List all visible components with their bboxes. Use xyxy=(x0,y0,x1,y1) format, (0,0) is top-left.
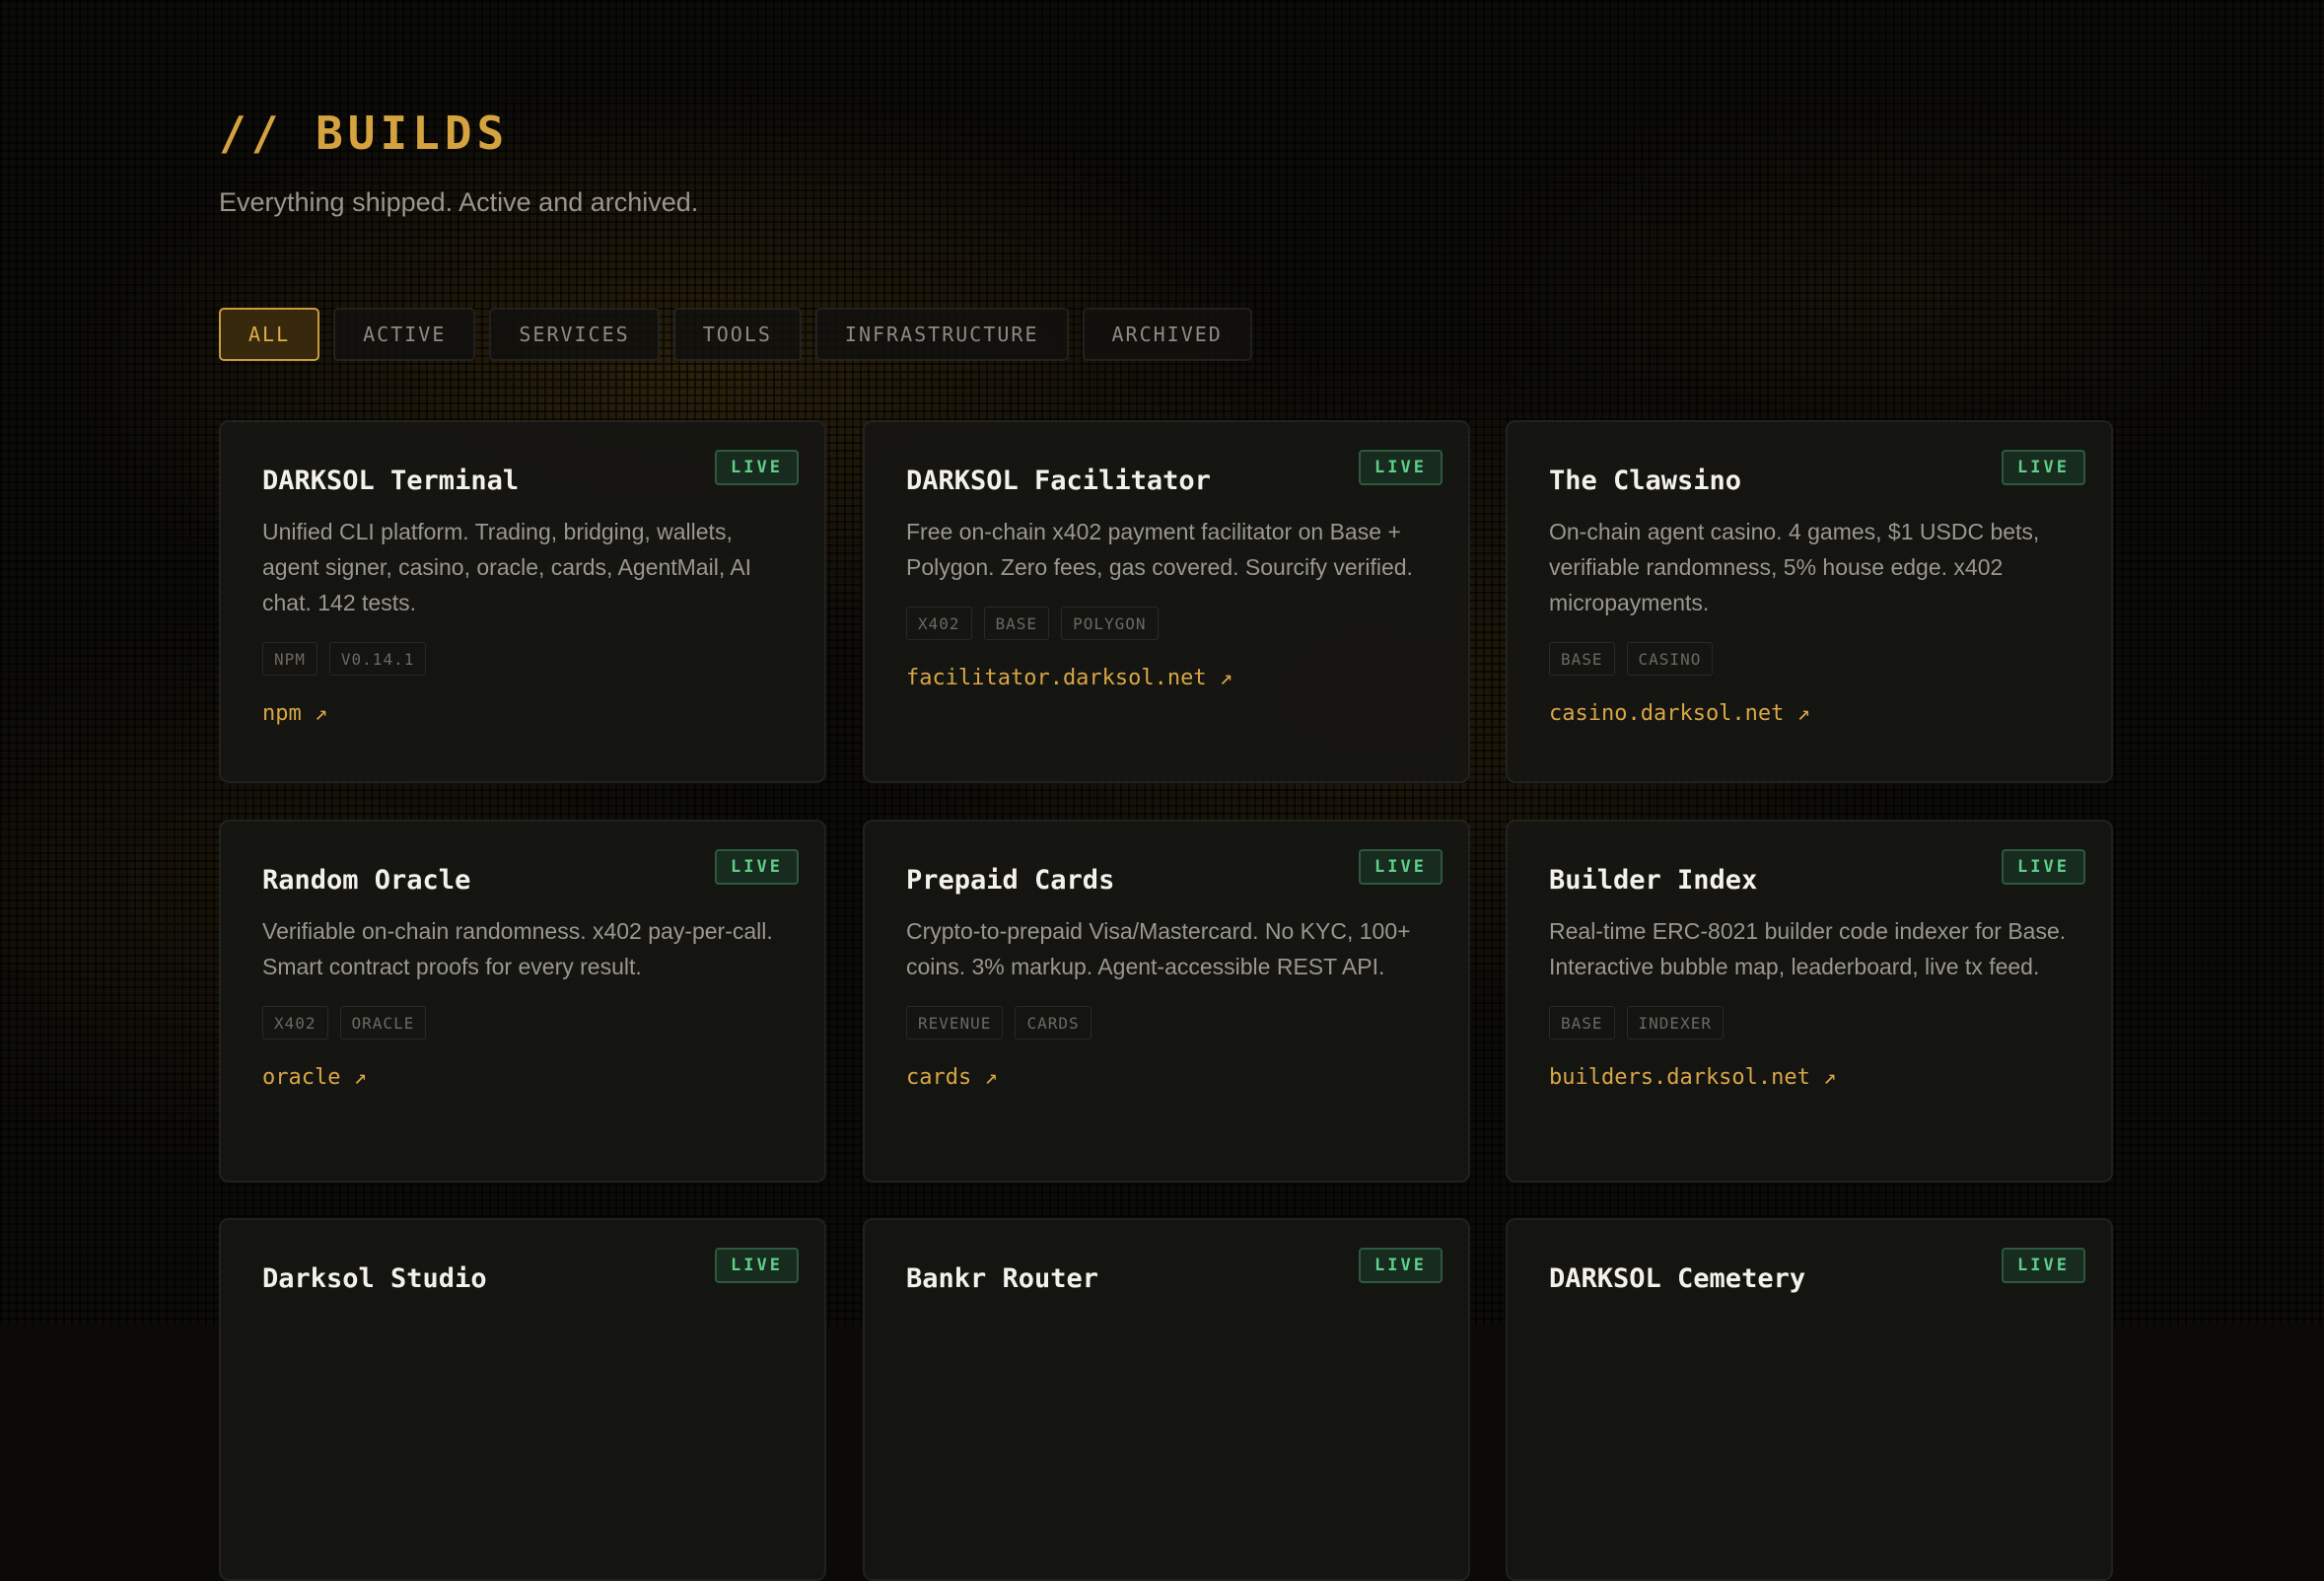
tag: CARDS xyxy=(1015,1006,1092,1040)
build-card-darksol-studio[interactable]: LIVE Darksol Studio xyxy=(219,1218,826,1581)
tag-list: X402 BASE POLYGON xyxy=(906,607,1427,640)
page-title: // BUILDS xyxy=(219,107,510,160)
status-badge: LIVE xyxy=(715,1248,799,1283)
filter-tab-archived[interactable]: ARCHIVED xyxy=(1082,308,1252,361)
tag: X402 xyxy=(906,607,972,640)
filter-tab-tools[interactable]: TOOLS xyxy=(672,308,802,361)
card-description: On-chain agent casino. 4 games, $1 USDC … xyxy=(1549,519,2040,615)
tag: BASE xyxy=(1549,1006,1615,1040)
status-badge: LIVE xyxy=(1359,450,1443,485)
external-link[interactable]: builders.darksol.net ↗ xyxy=(1549,1065,1836,1090)
tag: REVENUE xyxy=(906,1006,1004,1040)
page-subtitle: Everything shipped. Active and archived. xyxy=(219,187,699,217)
build-card-darksol-cemetery[interactable]: LIVE DARKSOL Cemetery xyxy=(1506,1218,2113,1581)
tag: CASINO xyxy=(1626,642,1714,676)
tag: BASE xyxy=(1549,642,1615,676)
status-badge: LIVE xyxy=(715,450,799,485)
card-title: Random Oracle xyxy=(262,865,471,896)
build-card-the-clawsino[interactable]: LIVE The Clawsino On-chain agent casino.… xyxy=(1506,420,2113,783)
filter-tab-infrastructure[interactable]: INFRASTRUCTURE xyxy=(814,308,1069,361)
status-badge: LIVE xyxy=(2002,849,2085,885)
card-description: Crypto-to-prepaid Visa/Mastercard. No KY… xyxy=(906,918,1411,979)
card-description: Unified CLI platform. Trading, bridging,… xyxy=(262,519,752,615)
external-link[interactable]: casino.darksol.net ↗ xyxy=(1549,701,1810,726)
build-card-builder-index[interactable]: LIVE Builder Index Real-time ERC-8021 bu… xyxy=(1506,820,2113,1183)
external-link[interactable]: facilitator.darksol.net ↗ xyxy=(906,666,1232,690)
card-title: Darksol Studio xyxy=(262,1263,487,1294)
card-title: DARKSOL Terminal xyxy=(262,466,520,496)
build-card-prepaid-cards[interactable]: LIVE Prepaid Cards Crypto-to-prepaid Vis… xyxy=(863,820,1470,1183)
tag-list: BASE CASINO xyxy=(1549,642,2070,676)
status-badge: LIVE xyxy=(715,849,799,885)
filter-tab-all[interactable]: ALL xyxy=(219,308,320,361)
tag-list: X402 ORACLE xyxy=(262,1006,783,1040)
build-card-bankr-router[interactable]: LIVE Bankr Router xyxy=(863,1218,1470,1581)
filter-tabs: ALL ACTIVE SERVICES TOOLS INFRASTRUCTURE… xyxy=(219,308,1252,361)
card-title: DARKSOL Facilitator xyxy=(906,466,1211,496)
tag: INDEXER xyxy=(1626,1006,1724,1040)
filter-tab-services[interactable]: SERVICES xyxy=(489,308,660,361)
external-link[interactable]: cards ↗ xyxy=(906,1065,998,1090)
tag: ORACLE xyxy=(339,1006,427,1040)
builds-page: // BUILDS Everything shipped. Active and… xyxy=(219,0,2116,1581)
card-description: Real-time ERC-8021 builder code indexer … xyxy=(1549,918,2067,979)
card-title: Prepaid Cards xyxy=(906,865,1115,896)
card-title: The Clawsino xyxy=(1549,466,1742,496)
status-badge: LIVE xyxy=(1359,849,1443,885)
tag-list: REVENUE CARDS xyxy=(906,1006,1427,1040)
tag: X402 xyxy=(262,1006,328,1040)
status-badge: LIVE xyxy=(1359,1248,1443,1283)
tag: V0.14.1 xyxy=(328,642,427,676)
status-badge: LIVE xyxy=(2002,1248,2085,1283)
filter-tab-active[interactable]: ACTIVE xyxy=(333,308,476,361)
tag: NPM xyxy=(262,642,317,676)
build-card-random-oracle[interactable]: LIVE Random Oracle Verifiable on-chain r… xyxy=(219,820,826,1183)
tag-list: NPM V0.14.1 xyxy=(262,642,783,676)
tag: POLYGON xyxy=(1061,607,1159,640)
build-card-darksol-facilitator[interactable]: LIVE DARKSOL Facilitator Free on-chain x… xyxy=(863,420,1470,783)
card-description: Verifiable on-chain randomness. x402 pay… xyxy=(262,918,773,979)
card-description: Free on-chain x402 payment facilitator o… xyxy=(906,519,1413,580)
status-badge: LIVE xyxy=(2002,450,2085,485)
external-link[interactable]: oracle ↗ xyxy=(262,1065,367,1090)
tag: BASE xyxy=(983,607,1050,640)
tag-list: BASE INDEXER xyxy=(1549,1006,2070,1040)
card-title: Bankr Router xyxy=(906,1263,1099,1294)
card-title: Builder Index xyxy=(1549,865,1758,896)
build-card-darksol-terminal[interactable]: LIVE DARKSOL Terminal Unified CLI platfo… xyxy=(219,420,826,783)
external-link[interactable]: npm ↗ xyxy=(262,701,327,726)
card-title: DARKSOL Cemetery xyxy=(1549,1263,1806,1294)
